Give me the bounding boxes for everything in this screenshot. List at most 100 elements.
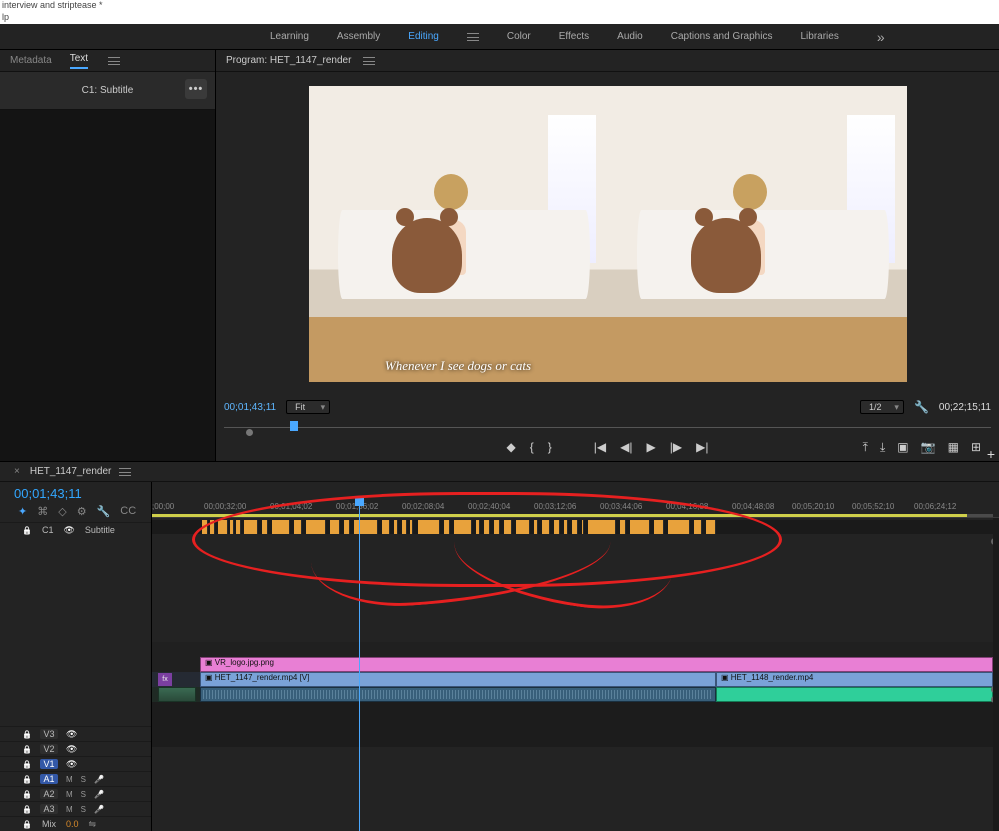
track-v2-label[interactable]: V2 — [40, 744, 58, 754]
export-frame-button[interactable]: ▣ — [897, 440, 908, 455]
timeline-vscroll[interactable] — [993, 518, 999, 831]
track-v1-label[interactable]: V1 — [40, 759, 58, 769]
track-a1-header[interactable]: A1 M S — [0, 771, 151, 786]
captions-toggle-icon[interactable]: CC — [120, 505, 136, 518]
subtitle-clip[interactable] — [236, 520, 241, 534]
subtitle-clip[interactable] — [542, 520, 550, 534]
clip-v1-a[interactable]: ▣ HET_1147_render.mp4 [V] — [200, 672, 716, 687]
mix-value[interactable]: 0.0 — [66, 819, 79, 829]
mute-button[interactable]: M — [66, 790, 73, 799]
subtitle-track-lane[interactable] — [152, 520, 993, 534]
subtitle-clip[interactable] — [620, 520, 626, 534]
workspace-effects[interactable]: Effects — [559, 31, 589, 42]
playhead-icon[interactable] — [355, 496, 364, 506]
subtitle-clip[interactable] — [554, 520, 560, 534]
settings-icon[interactable]: 🔧 — [914, 400, 929, 414]
workspace-editing-menu-icon[interactable] — [467, 33, 479, 41]
clip-a1-pre[interactable] — [158, 687, 196, 702]
vr-view-button[interactable]: ⊞ — [971, 440, 981, 455]
subtitle-clip[interactable] — [454, 520, 472, 534]
workspace-assembly[interactable]: Assembly — [337, 31, 380, 42]
mark-out-button[interactable]: } — [548, 440, 552, 454]
subtitle-clip[interactable] — [630, 520, 650, 534]
zoom-fit-dropdown[interactable]: Fit — [286, 400, 330, 414]
subtitle-clip[interactable] — [202, 520, 208, 534]
subtitle-clip[interactable] — [344, 520, 350, 534]
sequence-close-icon[interactable]: × — [14, 466, 20, 477]
camera-icon[interactable]: 📷 — [921, 440, 936, 455]
workspace-editing[interactable]: Editing — [408, 31, 439, 42]
clip-a1-b[interactable] — [716, 687, 993, 702]
lock-icon[interactable] — [22, 729, 32, 739]
subtitle-clip[interactable] — [244, 520, 258, 534]
subtitle-clip[interactable] — [534, 520, 538, 534]
subtitle-clip[interactable] — [572, 520, 578, 534]
subtitle-clip[interactable] — [444, 520, 450, 534]
fx-badge[interactable]: fx — [158, 673, 172, 686]
mix-lane[interactable] — [152, 732, 993, 747]
play-button[interactable]: ▶ — [647, 440, 656, 454]
lock-icon[interactable] — [22, 804, 32, 814]
subtitle-clip[interactable] — [582, 520, 584, 534]
workspace-learning[interactable]: Learning — [270, 31, 309, 42]
subtitle-clip[interactable] — [494, 520, 500, 534]
track-a3-header[interactable]: A3 M S — [0, 801, 151, 816]
subtitle-clip[interactable] — [306, 520, 326, 534]
subtitle-clip[interactable] — [218, 520, 228, 534]
linked-selection-icon[interactable]: ⌘ — [37, 505, 48, 518]
tab-metadata[interactable]: Metadata — [10, 55, 52, 66]
timeline-settings-icon[interactable]: ⚙ — [77, 505, 87, 518]
workspace-captions[interactable]: Captions and Graphics — [671, 31, 773, 42]
track-a2-label[interactable]: A2 — [40, 789, 58, 799]
add-marker-button[interactable]: ◆ — [507, 440, 516, 454]
program-timecode[interactable]: 00;01;43;11 — [224, 402, 276, 413]
eye-icon[interactable] — [63, 525, 74, 536]
a3-lane[interactable] — [152, 717, 993, 732]
track-v1-header[interactable]: V1 — [0, 756, 151, 771]
text-panel-menu-icon[interactable] — [108, 57, 120, 65]
go-to-in-button[interactable]: |◀ — [594, 440, 606, 454]
workspace-audio[interactable]: Audio — [617, 31, 643, 42]
a2-lane[interactable] — [152, 702, 993, 717]
eye-icon[interactable] — [66, 759, 77, 770]
subtitle-clip[interactable] — [394, 520, 398, 534]
program-video-area[interactable]: Whenever I see dogs or cats — [216, 72, 999, 395]
extract-button[interactable]: ⤓ — [880, 440, 885, 455]
workspace-color[interactable]: Color — [507, 31, 531, 42]
clip-v1-b[interactable]: ▣ HET_1148_render.mp4 — [716, 672, 993, 687]
tab-text[interactable]: Text — [70, 53, 88, 69]
workspace-libraries[interactable]: Libraries — [800, 31, 838, 42]
subtitle-clip[interactable] — [210, 520, 215, 534]
voiceover-icon[interactable] — [94, 789, 104, 799]
subtitle-clip[interactable] — [382, 520, 390, 534]
track-a1-label[interactable]: A1 — [40, 774, 58, 784]
button-editor-plus[interactable]: + — [987, 446, 995, 462]
subtitle-clip[interactable] — [262, 520, 268, 534]
text-panel-body[interactable] — [0, 110, 215, 461]
lock-icon[interactable] — [22, 744, 32, 754]
lock-icon[interactable] — [22, 759, 32, 769]
voiceover-icon[interactable] — [94, 774, 104, 784]
track-a3-label[interactable]: A3 — [40, 804, 58, 814]
lock-icon[interactable] — [22, 789, 32, 799]
marker-icon[interactable]: ◇ — [58, 505, 66, 518]
subtitle-clip[interactable] — [354, 520, 378, 534]
subtitle-clip[interactable] — [706, 520, 716, 534]
sequence-tab[interactable]: HET_1147_render — [30, 466, 112, 477]
mute-button[interactable]: M — [66, 805, 73, 814]
subtitle-clip[interactable] — [588, 520, 616, 534]
playhead-line[interactable] — [359, 500, 360, 831]
subtitle-track-row[interactable]: C1 Subtitle — [0, 522, 151, 537]
go-to-out-button[interactable]: ▶| — [696, 440, 708, 454]
subtitle-clip[interactable] — [330, 520, 340, 534]
solo-button[interactable]: S — [81, 790, 86, 799]
subtitle-clip[interactable] — [272, 520, 290, 534]
subtitle-options-button[interactable]: ••• — [185, 79, 207, 99]
track-a2-header[interactable]: A2 M S — [0, 786, 151, 801]
lock-icon[interactable] — [22, 819, 32, 829]
program-scrubber[interactable] — [224, 419, 991, 433]
track-v3-header[interactable]: V3 — [0, 726, 151, 741]
mark-in-button[interactable]: { — [530, 440, 534, 454]
link-icon[interactable]: ⇋ — [88, 819, 96, 830]
track-mix-header[interactable]: Mix 0.0 ⇋ — [0, 816, 151, 831]
